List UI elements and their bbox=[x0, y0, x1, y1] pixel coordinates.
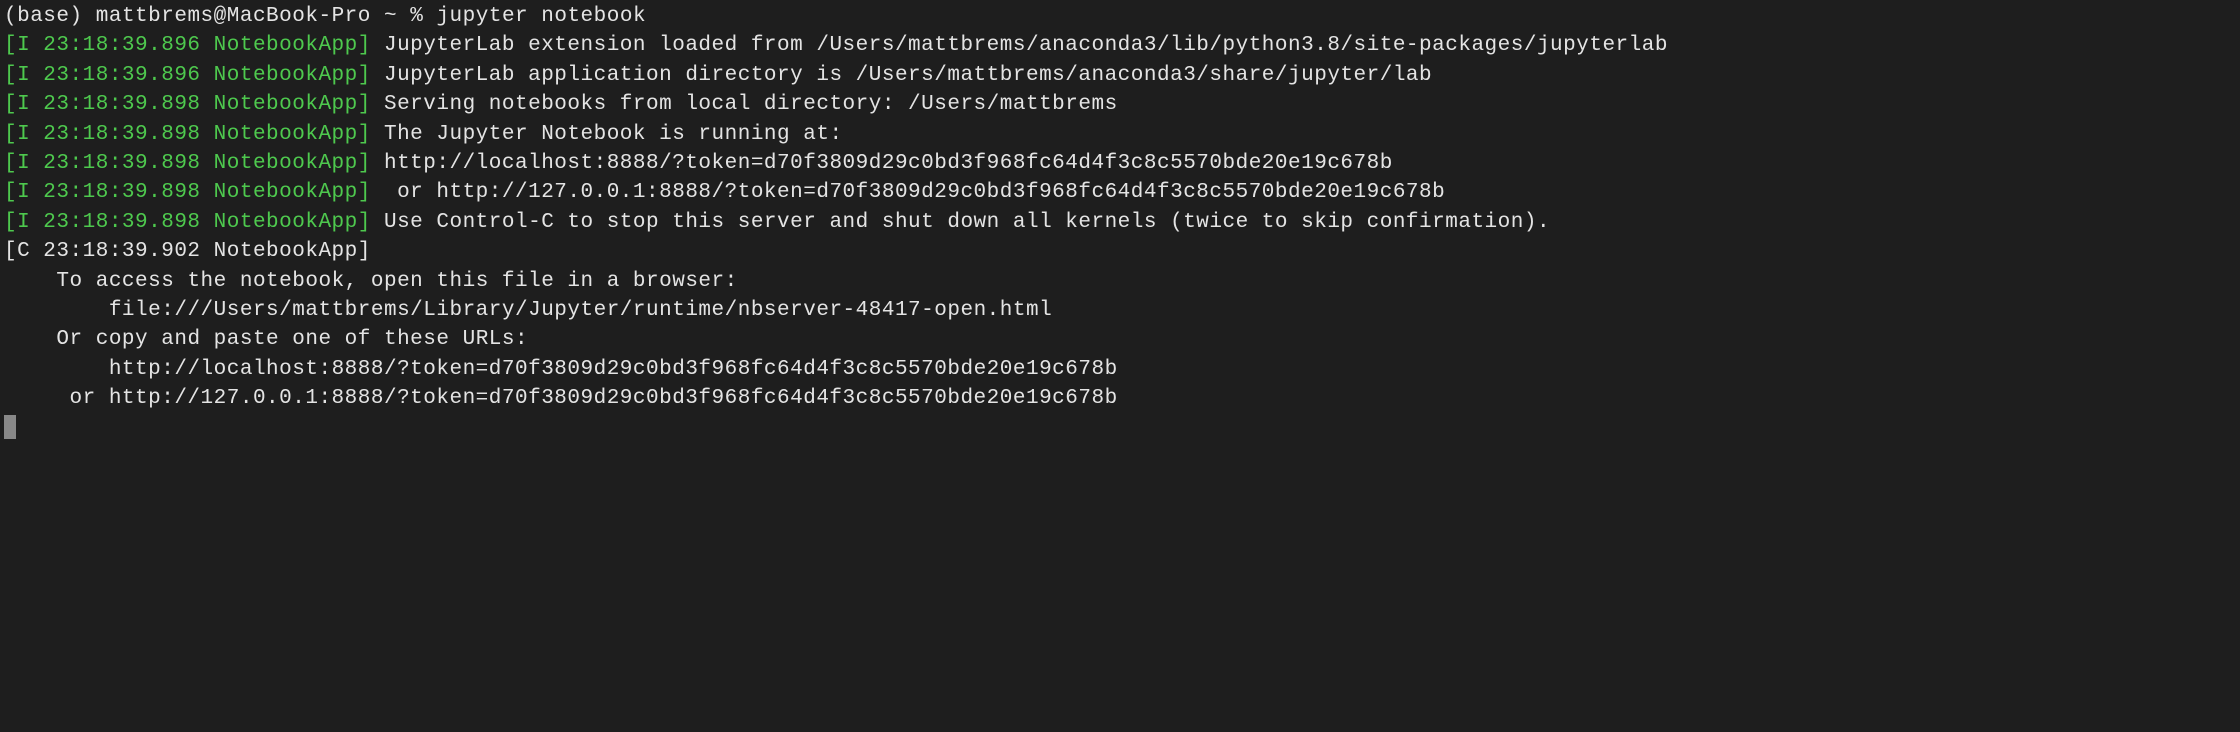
footer-text: To access the notebook, open this file i… bbox=[4, 267, 2236, 296]
prompt-symbol: % bbox=[410, 5, 423, 28]
log-line: [I 23:18:39.898 NotebookApp] http://loca… bbox=[4, 149, 2236, 178]
prompt-path: ~ bbox=[384, 5, 397, 28]
log-prefix: [I 23:18:39.898 NotebookApp] bbox=[4, 152, 371, 175]
footer-text: Or copy and paste one of these URLs: bbox=[4, 325, 2236, 354]
prompt-env: (base) bbox=[4, 5, 83, 28]
log-message: The Jupyter Notebook is running at: bbox=[384, 123, 843, 146]
log-line: [I 23:18:39.898 NotebookApp] The Jupyter… bbox=[4, 120, 2236, 149]
log-prefix: [I 23:18:39.896 NotebookApp] bbox=[4, 64, 371, 87]
log-line: [I 23:18:39.898 NotebookApp] Serving not… bbox=[4, 90, 2236, 119]
footer-text: file:///Users/mattbrems/Library/Jupyter/… bbox=[4, 296, 2236, 325]
log-message: JupyterLab application directory is /Use… bbox=[384, 64, 1432, 87]
log-line: [I 23:18:39.896 NotebookApp] JupyterLab … bbox=[4, 61, 2236, 90]
log-line: [I 23:18:39.898 NotebookApp] Use Control… bbox=[4, 208, 2236, 237]
log-prefix: [I 23:18:39.898 NotebookApp] bbox=[4, 181, 371, 204]
cursor bbox=[4, 415, 16, 439]
log-prefix: [I 23:18:39.898 NotebookApp] bbox=[4, 93, 371, 116]
log-prefix: [C 23:18:39.902 NotebookApp] bbox=[4, 240, 371, 263]
log-message: JupyterLab extension loaded from /Users/… bbox=[384, 34, 1668, 57]
log-line: [C 23:18:39.902 NotebookApp] bbox=[4, 237, 2236, 266]
log-prefix: [I 23:18:39.896 NotebookApp] bbox=[4, 34, 371, 57]
prompt-command: jupyter notebook bbox=[436, 5, 646, 28]
log-message: http://localhost:8888/?token=d70f3809d29… bbox=[384, 152, 1393, 175]
footer-text: or http://127.0.0.1:8888/?token=d70f3809… bbox=[4, 384, 2236, 413]
log-message: Serving notebooks from local directory: … bbox=[384, 93, 1118, 116]
log-line: [I 23:18:39.896 NotebookApp] JupyterLab … bbox=[4, 31, 2236, 60]
prompt-userhost: mattbrems@MacBook-Pro bbox=[96, 5, 371, 28]
footer-text: http://localhost:8888/?token=d70f3809d29… bbox=[4, 355, 2236, 384]
log-line: [I 23:18:39.898 NotebookApp] or http://1… bbox=[4, 178, 2236, 207]
log-prefix: [I 23:18:39.898 NotebookApp] bbox=[4, 211, 371, 234]
log-message: Use Control-C to stop this server and sh… bbox=[384, 211, 1550, 234]
log-prefix: [I 23:18:39.898 NotebookApp] bbox=[4, 123, 371, 146]
terminal-output[interactable]: (base) mattbrems@MacBook-Pro ~ % jupyter… bbox=[4, 2, 2236, 443]
log-message: or http://127.0.0.1:8888/?token=d70f3809… bbox=[384, 181, 1445, 204]
prompt-line: (base) mattbrems@MacBook-Pro ~ % jupyter… bbox=[4, 2, 2236, 31]
